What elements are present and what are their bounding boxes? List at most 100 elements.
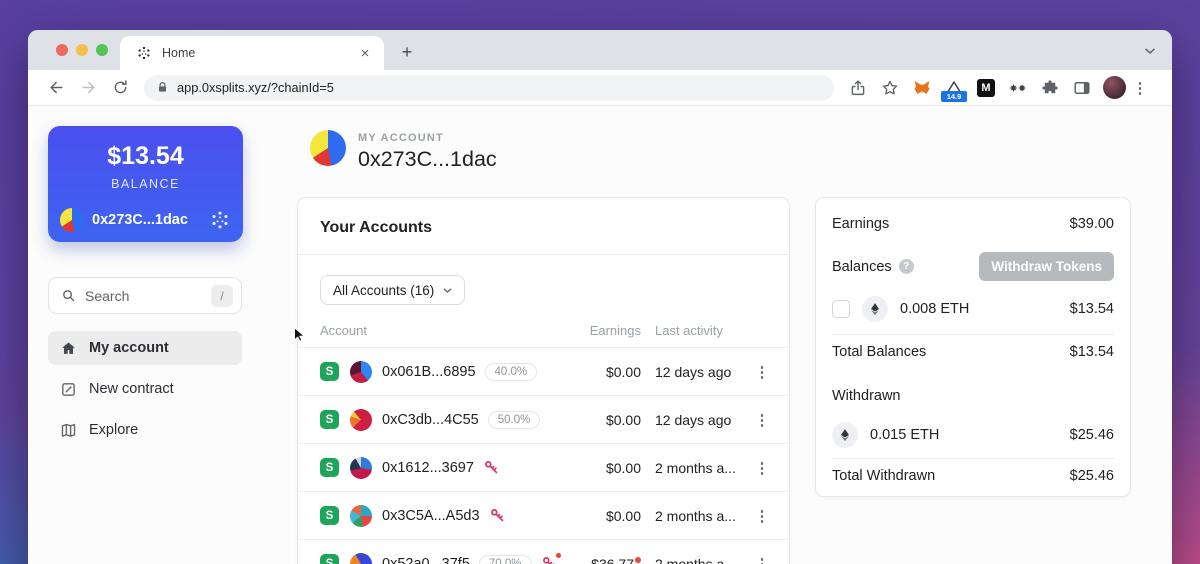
total-balances-value: $13.54 <box>1069 344 1114 360</box>
search-shortcut-key: / <box>211 284 233 307</box>
notification-dot <box>635 556 641 563</box>
earnings-row: Earnings $39.00 <box>832 216 1114 232</box>
my-account-eyebrow: MY ACCOUNT <box>358 132 444 144</box>
help-icon[interactable]: ? <box>898 259 914 274</box>
asterisks-icon <box>1010 84 1026 91</box>
browser-menu-button[interactable]: ⋮ <box>1130 79 1150 97</box>
close-window-button[interactable] <box>56 44 68 56</box>
chevron-down-icon <box>443 287 452 293</box>
earnings-label: Earnings <box>832 216 890 232</box>
lock-icon <box>158 82 167 92</box>
bookmark-button[interactable] <box>878 76 902 100</box>
mouse-cursor <box>294 326 306 342</box>
table-row[interactable]: S 0x52a0...37f5 70.0% $36.77 2 months a.… <box>298 539 789 564</box>
home-icon <box>62 341 75 354</box>
search-box[interactable]: / <box>48 277 242 314</box>
row-menu-button[interactable]: ⋮ <box>749 459 775 477</box>
row-address[interactable]: 0x1612...3697 <box>382 460 474 476</box>
balance-card[interactable]: $13.54 BALANCE 0x273C...1dac <box>48 126 243 242</box>
col-account: Account <box>320 322 367 338</box>
side-panel-button[interactable] <box>1070 76 1094 100</box>
row-pie-avatar <box>350 456 372 479</box>
refresh-button[interactable] <box>107 75 133 101</box>
balance-card-address: 0x273C...1dac <box>92 212 188 228</box>
sidebar-item-new-contract[interactable]: New contract <box>48 372 242 406</box>
row-earnings: $36.77 <box>591 555 634 564</box>
m-extension-button[interactable]: M <box>974 76 998 100</box>
m-extension-icon: M <box>977 78 995 97</box>
row-earnings: $0.00 <box>605 411 641 428</box>
total-balances-label: Total Balances <box>832 344 927 360</box>
total-withdrawn-value: $25.46 <box>1069 468 1114 484</box>
page-content: $13.54 BALANCE 0x273C...1dac / <box>28 106 1172 564</box>
share-button[interactable] <box>846 76 870 100</box>
search-icon <box>63 290 75 302</box>
ownership-badge: 70.0% <box>478 554 532 564</box>
profile-button[interactable] <box>1102 76 1126 100</box>
row-menu-button[interactable]: ⋮ <box>749 411 775 429</box>
balances-row: Balances ? Withdraw Tokens <box>832 252 1114 281</box>
row-address[interactable]: 0x061B...6895 <box>382 364 476 380</box>
row-earnings: $0.00 <box>605 363 641 380</box>
total-withdrawn-label: Total Withdrawn <box>832 468 936 484</box>
divider <box>832 458 1114 459</box>
table-row[interactable]: S 0x3C5A...A5d3 $0.00 2 months a... ⋮ <box>298 491 789 539</box>
browser-tab-home[interactable]: Home × <box>120 36 384 70</box>
forward-button[interactable] <box>75 75 101 101</box>
row-menu-button[interactable]: ⋮ <box>749 507 775 525</box>
profile-avatar <box>1102 76 1126 99</box>
total-withdrawn-row: Total Withdrawn $25.46 <box>832 468 1114 484</box>
row-address[interactable]: 0x52a0...37f5 <box>382 556 470 564</box>
back-button[interactable] <box>43 75 69 101</box>
row-menu-button[interactable]: ⋮ <box>749 555 775 564</box>
new-contract-icon <box>62 382 75 396</box>
withdraw-tokens-button[interactable]: Withdraw Tokens <box>979 252 1114 281</box>
earnings-panel: Earnings $39.00 Balances ? Withdraw Toke… <box>815 197 1131 497</box>
token-usd: $13.54 <box>1069 301 1114 317</box>
account-address-title: 0x273C...1dac <box>358 147 497 171</box>
accounts-filter-value: All Accounts (16) <box>333 282 435 298</box>
your-accounts-title: Your Accounts <box>298 198 789 255</box>
address-bar[interactable]: app.0xsplits.xyz/?chainId=5 <box>144 74 834 101</box>
extensions-button[interactable] <box>1038 76 1062 100</box>
new-tab-button[interactable]: + <box>396 42 418 64</box>
ownership-badge: 40.0% <box>484 362 538 381</box>
sidebar-item-explore[interactable]: Explore <box>48 413 242 447</box>
minimize-window-button[interactable] <box>76 44 88 56</box>
col-earnings: Earnings <box>589 322 641 338</box>
asterisk-extension-button[interactable] <box>1006 76 1030 100</box>
token-amount: 0.015 ETH <box>870 427 940 443</box>
row-last-activity: 2 months a... <box>655 555 736 564</box>
table-row[interactable]: S 0x061B...6895 40.0% $0.00 12 days ago … <box>298 347 789 395</box>
withdrawn-header-row: Withdrawn <box>832 388 1114 404</box>
notification-dot <box>554 552 562 559</box>
balances-label: Balances <box>832 258 892 275</box>
metamask-extension-button[interactable] <box>910 76 934 100</box>
splits-dots-icon <box>212 211 228 229</box>
tab-title: Home <box>162 46 196 60</box>
puzzle-icon <box>1042 79 1058 93</box>
refresh-icon <box>114 80 127 94</box>
token-amount: 0.008 ETH <box>900 301 970 317</box>
withdrawn-label: Withdrawn <box>832 388 901 404</box>
row-address[interactable]: 0xC3db...4C55 <box>382 412 479 428</box>
sidebar-item-my-account[interactable]: My account <box>48 331 242 365</box>
accounts-filter-dropdown[interactable]: All Accounts (16) <box>320 275 466 305</box>
zoom-window-button[interactable] <box>96 44 108 56</box>
close-tab-icon[interactable]: × <box>356 45 374 62</box>
sidebar-item-label: Explore <box>89 422 139 438</box>
row-address[interactable]: 0x3C5A...A5d3 <box>382 508 480 524</box>
traffic-lights <box>56 44 108 56</box>
table-row[interactable]: S 0xC3db...4C55 50.0% $0.00 12 days ago … <box>298 395 789 443</box>
account-pie-avatar-large <box>310 130 346 166</box>
extension-count-badge: 14.9 <box>941 90 967 102</box>
row-menu-button[interactable]: ⋮ <box>749 363 775 381</box>
search-input[interactable] <box>85 287 211 304</box>
table-row[interactable]: S 0x1612...3697 $0.00 2 months a... ⋮ <box>298 443 789 491</box>
triangle-extension-button[interactable]: 14.9 <box>941 76 967 102</box>
splits-s-badge: S <box>320 410 339 429</box>
token-usd: $25.46 <box>1069 427 1114 443</box>
token-checkbox[interactable] <box>832 300 850 318</box>
earnings-value: $39.00 <box>1069 216 1114 232</box>
tab-search-chevron-icon[interactable] <box>1142 43 1158 59</box>
